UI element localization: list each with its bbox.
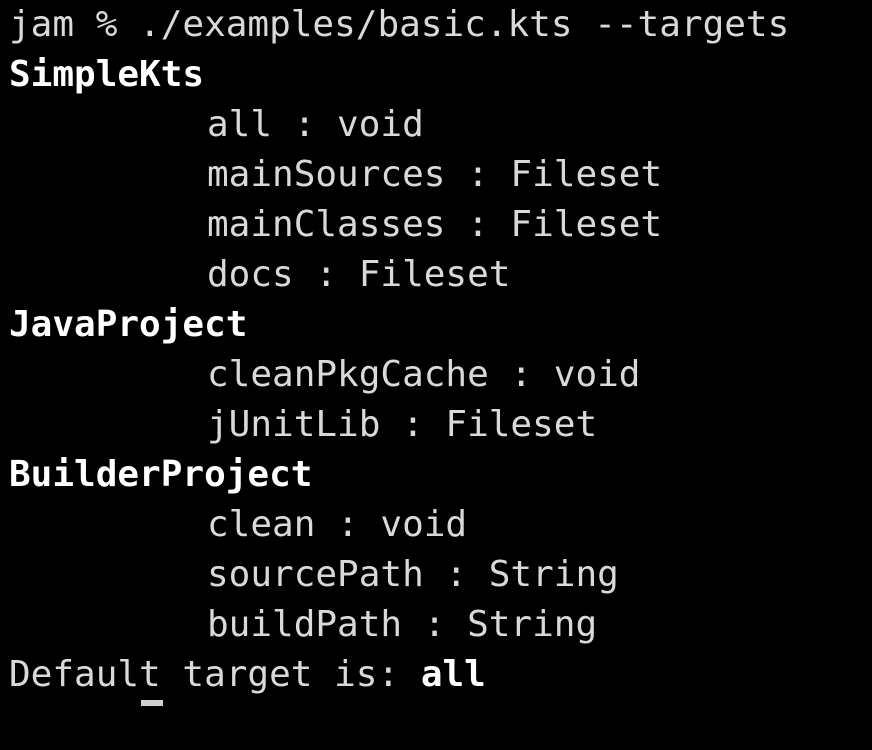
- terminal-output[interactable]: jam % ./examples/basic.kts --targets Sim…: [9, 0, 869, 750]
- group-header-builderproject: BuilderProject: [9, 454, 313, 495]
- group-header-javaproject: JavaProject: [9, 304, 248, 345]
- target-line: cleanPkgCache : void: [207, 354, 641, 395]
- default-target-value: all: [420, 654, 486, 695]
- cursor-block: [141, 700, 163, 706]
- prompt-line[interactable]: [9, 700, 869, 750]
- target-line: mainClasses : Fileset: [207, 204, 663, 245]
- default-target-label: Default target is:: [9, 654, 421, 695]
- target-line: buildPath : String: [207, 604, 598, 645]
- group-header-simplekts: SimpleKts: [9, 54, 205, 95]
- target-line: all : void: [207, 104, 424, 145]
- target-line: mainSources : Fileset: [207, 154, 663, 195]
- target-line: clean : void: [207, 504, 468, 545]
- command-line: jam % ./examples/basic.kts --targets: [9, 4, 790, 45]
- default-target-line: Default target is: all: [9, 650, 869, 700]
- target-line: jUnitLib : Fileset: [207, 404, 598, 445]
- target-line: sourcePath : String: [207, 554, 619, 595]
- target-line: docs : Fileset: [207, 254, 511, 295]
